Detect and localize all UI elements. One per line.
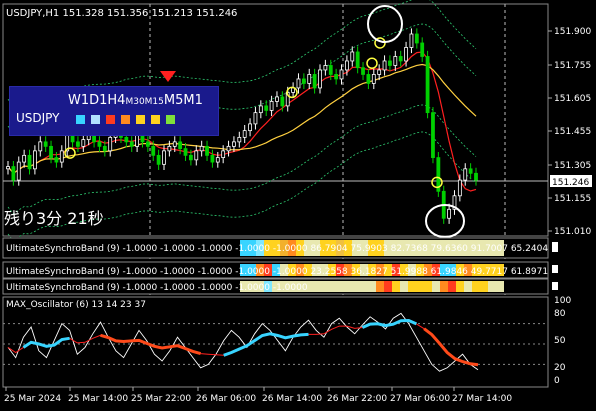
- price-tick-label: 151.455: [554, 127, 591, 137]
- mtf-square-2: [91, 115, 100, 124]
- mtf-status-squares: [76, 115, 175, 124]
- time-tick-label: 25 Mar 22:00: [131, 394, 191, 404]
- oscillator-header: MAX_Oscillator (6) 13 14 23 37: [6, 300, 146, 310]
- mtf-square-7: [166, 115, 175, 124]
- timeframe-m1: M1: [183, 93, 203, 108]
- mtf-symbol: USDJPY: [16, 111, 60, 125]
- time-tick-label: 25 Mar 14:00: [68, 394, 128, 404]
- oscillator-level-label: 0: [554, 376, 560, 386]
- time-tick-label: 27 Mar 06:00: [390, 394, 450, 404]
- oscillator-level-label: 50: [554, 336, 566, 346]
- price-tick-label: 151.755: [554, 61, 591, 71]
- current-price-label: 151.246: [552, 178, 589, 188]
- time-tick-label: 26 Mar 22:00: [327, 394, 387, 404]
- mtf-square-4: [121, 115, 130, 124]
- time-tick-label: 25 Mar 2024: [4, 394, 61, 404]
- timeframe-d1: D1: [89, 93, 108, 108]
- price-tick-label: 151.900: [554, 27, 591, 37]
- price-tick-label: 151.155: [554, 194, 591, 204]
- timeframe-m30: M30: [125, 97, 145, 107]
- oscillator-level-label: 80: [554, 309, 566, 319]
- timeframe-row: W1D1H4M30M15M5M1: [68, 93, 203, 108]
- time-tick-label: 26 Mar 06:00: [196, 394, 256, 404]
- bar-countdown: 残り3分 21秒: [4, 209, 104, 228]
- mtf-square-3: [106, 115, 115, 124]
- mtf-square-1: [76, 115, 85, 124]
- mtf-square-6: [151, 115, 160, 124]
- timeframe-m5: M5: [163, 93, 184, 108]
- price-tick-label: 151.305: [554, 161, 591, 171]
- oscillator-level-label: 100: [554, 296, 571, 306]
- time-tick-label: 26 Mar 14:00: [262, 394, 322, 404]
- timeframe-m15: M15: [144, 97, 164, 107]
- timeframe-w1: W1: [68, 93, 90, 108]
- mtf-panel: W1D1H4M30M15M5M1 USDJPY: [9, 86, 219, 136]
- indicator2-header: UltimateSynchroBand (9) -1.0000 -1.0000 …: [6, 267, 548, 277]
- mtf-square-5: [136, 115, 145, 124]
- main-chart-header: USDJPY,H1 151.328 151.356 151.213 151.24…: [6, 8, 237, 19]
- indicator3-header: UltimateSynchroBand (9) -1.0000 -1.0000 …: [6, 283, 308, 293]
- oscillator-level-label: 20: [554, 363, 566, 373]
- timeframe-h4: H4: [107, 93, 126, 108]
- indicator1-header: UltimateSynchroBand (9) -1.0000 -1.0000 …: [6, 244, 548, 254]
- time-tick-label: 27 Mar 14:00: [452, 394, 512, 404]
- price-tick-label: 151.605: [554, 94, 591, 104]
- price-tick-label: 151.010: [554, 227, 591, 237]
